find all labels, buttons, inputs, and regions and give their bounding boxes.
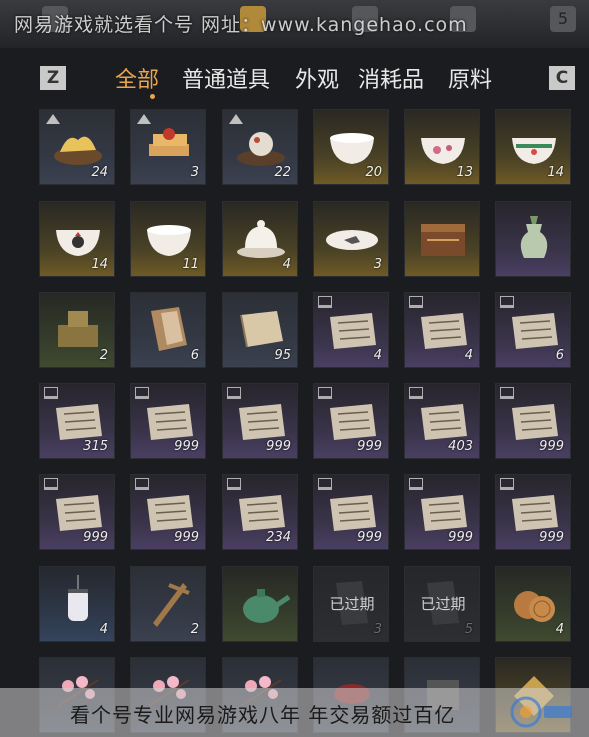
inventory-slot[interactable]: 6 [130,292,206,368]
item-quantity: 4 [282,257,291,272]
item-quantity: 6 [555,348,564,363]
bound-mark-icon [500,387,514,399]
inventory-slot[interactable]: 6 [495,292,571,368]
item-quantity: 24 [91,165,108,180]
bottom-watermark: 看个号专业网易游戏八年 年交易额过百亿 [70,703,456,727]
item-quantity: 4 [99,622,108,637]
inventory-slot[interactable]: 4 [313,292,389,368]
item-quantity: 999 [539,439,564,454]
inventory-slot[interactable]: 14 [495,109,571,185]
inventory-slot[interactable]: 14 [39,201,115,277]
item-quantity: 3 [373,257,382,272]
inventory-slot[interactable]: 315 [39,383,115,459]
item-quantity: 95 [274,348,291,363]
bound-mark-icon [135,478,149,490]
inventory-slot[interactable]: 4 [404,292,480,368]
inventory-slot[interactable]: 4 [495,566,571,642]
bound-mark-icon [318,296,332,308]
carved-box-icon [413,210,473,266]
item-quantity: 234 [266,530,291,545]
inventory-slot[interactable] [404,201,480,277]
item-quantity: 999 [83,530,108,545]
upgrade-mark-icon [46,114,60,124]
bound-mark-icon [409,387,423,399]
inventory-slot[interactable] [222,566,298,642]
item-quantity: 11 [182,257,199,272]
inventory-slot[interactable]: 20 [313,109,389,185]
item-quantity: 14 [547,165,564,180]
inventory-slot[interactable]: 999 [313,474,389,550]
inventory-slot[interactable]: 13 [404,109,480,185]
item-quantity: 999 [174,530,199,545]
item-quantity: 999 [448,530,473,545]
item-quantity: 4 [555,622,564,637]
inventory-slot[interactable]: 2 [130,566,206,642]
inventory-slot[interactable]: 4 [39,566,115,642]
bound-mark-icon [409,296,423,308]
item-quantity: 22 [274,165,291,180]
item-quantity: 4 [373,348,382,363]
item-quantity: 2 [99,348,108,363]
item-quantity: 14 [91,257,108,272]
inventory-slot[interactable]: 999 [222,383,298,459]
site-logo-icon [510,696,572,728]
inventory-slot[interactable]: 999 [130,474,206,550]
item-quantity: 5 [464,622,473,637]
bound-mark-icon [227,478,241,490]
bound-mark-icon [409,478,423,490]
inventory-slot[interactable]: 999 [495,474,571,550]
inventory-slot[interactable]: 234 [222,474,298,550]
expired-label: 已过期 [420,595,466,613]
item-quantity: 3 [190,165,199,180]
inventory-slot[interactable]: 2 [39,292,115,368]
inventory-slot[interactable]: 999 [39,474,115,550]
item-quantity: 4 [464,348,473,363]
upgrade-mark-icon [137,114,151,124]
item-quantity: 3 [373,622,382,637]
item-quantity: 403 [448,439,473,454]
item-quantity: 6 [190,348,199,363]
inventory-slot[interactable]: 999 [495,383,571,459]
bound-mark-icon [44,478,58,490]
inventory-slot[interactable]: 22 [222,109,298,185]
item-quantity: 999 [357,530,382,545]
inventory-slot[interactable]: 24 [39,109,115,185]
inventory-slot[interactable] [495,201,571,277]
bound-mark-icon [135,387,149,399]
item-quantity: 2 [190,622,199,637]
expired-label: 已过期 [329,595,375,613]
inventory-grid: 24 3 22 20 13 14 14 11 4 3 2 6 95 4 4 6 315 999 999 999 403 9… [0,0,589,737]
inventory-slot[interactable]: 999 [404,474,480,550]
jade-vase-icon [504,210,564,266]
item-quantity: 999 [174,439,199,454]
item-quantity: 20 [365,165,382,180]
item-quantity: 999 [357,439,382,454]
upgrade-mark-icon [229,114,243,124]
inventory-slot[interactable]: 3 [313,201,389,277]
inventory-slot[interactable]: 999 [130,383,206,459]
bound-mark-icon [44,387,58,399]
item-quantity: 999 [539,530,564,545]
bound-mark-icon [500,478,514,490]
inventory-slot[interactable]: 11 [130,201,206,277]
bound-mark-icon [500,296,514,308]
item-quantity: 999 [266,439,291,454]
bound-mark-icon [227,387,241,399]
inventory-slot[interactable]: 999 [313,383,389,459]
bound-mark-icon [318,387,332,399]
inventory-slot[interactable]: 4 [222,201,298,277]
inventory-slot[interactable]: 3 [130,109,206,185]
inventory-slot[interactable]: 95 [222,292,298,368]
inventory-slot[interactable]: 已过期 5 [404,566,480,642]
item-quantity: 13 [456,165,473,180]
inventory-slot[interactable]: 403 [404,383,480,459]
bound-mark-icon [318,478,332,490]
inventory-slot[interactable]: 已过期 3 [313,566,389,642]
green-teapot-icon [231,575,291,631]
item-quantity: 315 [83,439,108,454]
